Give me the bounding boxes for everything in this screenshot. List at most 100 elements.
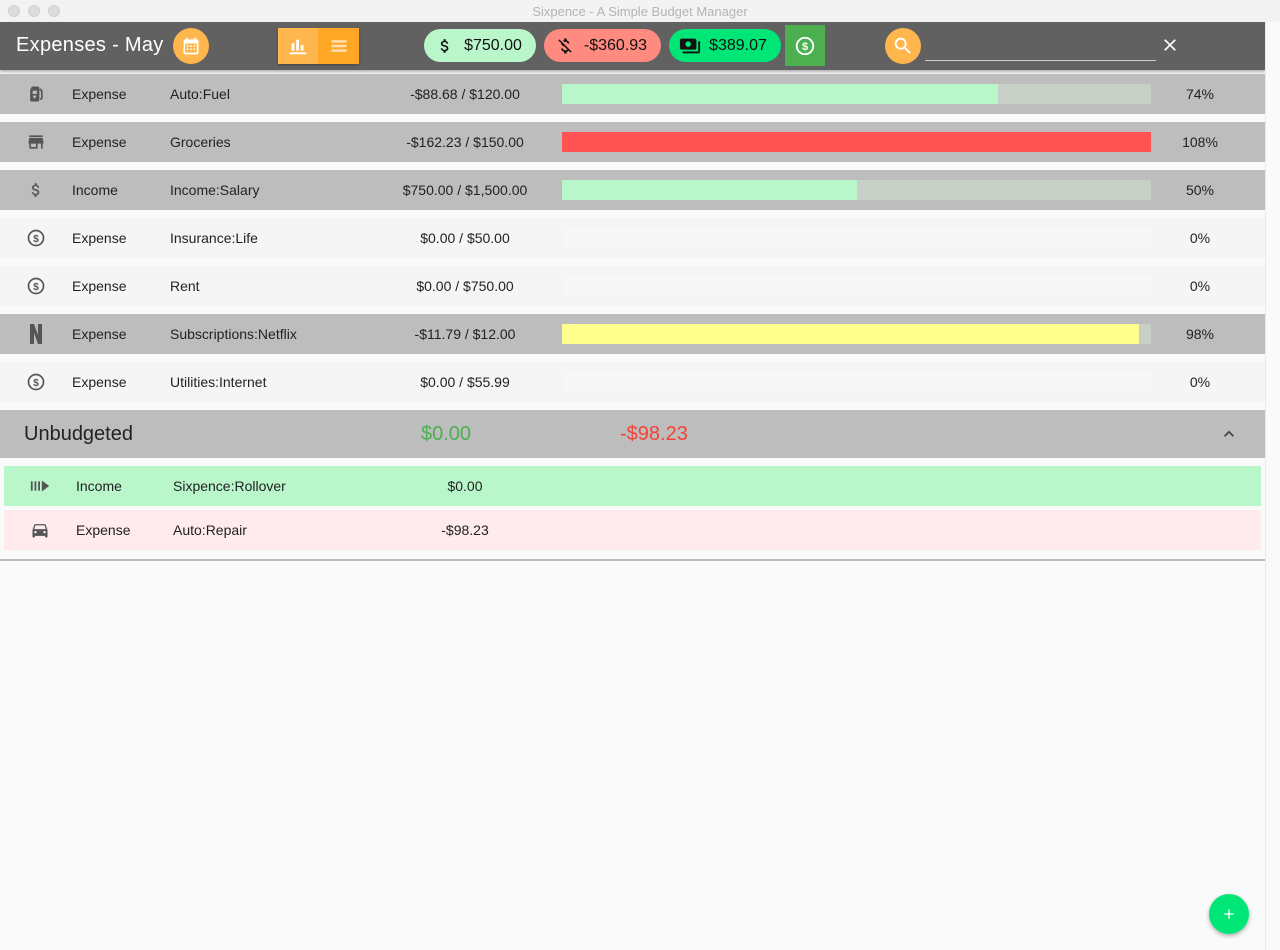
search-icon xyxy=(894,37,911,54)
budget-row[interactable]: Expense Groceries -$162.23 / $150.00 108… xyxy=(0,122,1265,162)
unbudgeted-category: Auto:Repair xyxy=(173,522,247,538)
dollar-icon xyxy=(440,38,449,53)
add-transaction-button[interactable] xyxy=(1209,894,1249,934)
svg-text:$: $ xyxy=(802,41,808,53)
budget-percent: 98% xyxy=(1185,326,1215,342)
unbudgeted-row[interactable]: Expense Auto:Repair -$98.23 xyxy=(4,510,1261,550)
budget-type: Expense xyxy=(72,230,127,246)
budget-percent: 0% xyxy=(1189,374,1211,390)
coin-icon: $ xyxy=(27,277,45,295)
chart-view-button[interactable] xyxy=(278,28,318,64)
unbudgeted-expense-total: -$98.23 xyxy=(620,423,688,445)
budget-category: Groceries xyxy=(170,134,231,150)
window-titlebar: Sixpence - A Simple Budget Manager xyxy=(0,0,1280,23)
unbudgeted-type: Expense xyxy=(76,522,131,538)
budget-percent: 74% xyxy=(1185,86,1215,102)
window-title: Sixpence - A Simple Budget Manager xyxy=(532,4,748,19)
budget-row[interactable]: $ Expense Utilities:Internet $0.00 / $55… xyxy=(0,362,1265,402)
budget-type: Expense xyxy=(72,86,127,102)
budget-amount: $0.00 / $750.00 xyxy=(416,278,514,294)
budget-type: Expense xyxy=(72,326,127,342)
app-toolbar: Expenses - May $750.00 -$360.93 $389.07 … xyxy=(0,22,1265,70)
clear-search-button[interactable] xyxy=(1158,33,1182,57)
budget-amount: -$11.79 / $12.00 xyxy=(414,326,516,342)
budget-amount: -$162.23 / $150.00 xyxy=(406,134,524,150)
money-off-icon xyxy=(558,38,572,53)
calendar-button[interactable] xyxy=(173,28,209,64)
budget-list: Expense Auto:Fuel -$88.68 / $120.00 74% … xyxy=(0,74,1265,410)
net-total-value: $389.07 xyxy=(709,36,767,54)
budget-progress-bar xyxy=(562,276,1151,296)
budget-progress-bar xyxy=(562,324,1151,344)
budget-category: Auto:Fuel xyxy=(170,86,230,102)
car-icon xyxy=(32,524,48,538)
expense-total-value: -$360.93 xyxy=(583,36,648,54)
unbudgeted-amount: $0.00 xyxy=(447,478,483,494)
budget-percent: 0% xyxy=(1189,230,1211,246)
budget-type: Income xyxy=(72,182,118,198)
budget-percent: 0% xyxy=(1189,278,1211,294)
netflix-icon xyxy=(30,324,42,344)
unbudgeted-category: Sixpence:Rollover xyxy=(173,478,286,494)
budget-amount: $0.00 / $55.99 xyxy=(420,374,510,390)
coin-icon: $ xyxy=(27,229,45,247)
unbudgeted-amount: -$98.23 xyxy=(441,522,489,538)
budget-category: Subscriptions:Netflix xyxy=(170,326,297,342)
plus-icon xyxy=(1224,909,1234,919)
bar-chart-icon xyxy=(289,39,307,55)
budget-type: Expense xyxy=(72,374,127,390)
budget-type: Expense xyxy=(72,134,127,150)
unbudgeted-list: Income Sixpence:Rollover $0.00 Expense A… xyxy=(0,458,1265,561)
close-icon xyxy=(1164,39,1176,51)
store-icon xyxy=(28,135,44,149)
budget-percent: 50% xyxy=(1185,182,1215,198)
budget-category: Income:Salary xyxy=(170,182,260,198)
budget-type: Expense xyxy=(72,278,127,294)
budget-row[interactable]: Expense Subscriptions:Netflix -$11.79 / … xyxy=(0,314,1265,354)
budget-amount: $0.00 / $50.00 xyxy=(420,230,510,246)
cash-icon xyxy=(679,38,701,53)
svg-text:$: $ xyxy=(33,234,39,245)
collapse-button[interactable] xyxy=(1217,422,1241,446)
budget-progress-bar xyxy=(562,228,1151,248)
search-button[interactable] xyxy=(885,28,921,64)
budget-row[interactable]: $ Expense Insurance:Life $0.00 / $50.00 … xyxy=(0,218,1265,258)
rollover-button[interactable]: $ xyxy=(785,25,825,66)
unbudgeted-row[interactable]: Income Sixpence:Rollover $0.00 xyxy=(4,466,1261,506)
calendar-icon xyxy=(183,37,199,55)
budget-progress-bar xyxy=(562,180,1151,200)
gas-pump-icon xyxy=(30,86,43,102)
budget-row[interactable]: Income Income:Salary $750.00 / $1,500.00… xyxy=(0,170,1265,210)
budget-category: Utilities:Internet xyxy=(170,374,267,390)
budget-category: Insurance:Life xyxy=(170,230,258,246)
net-total-pill: $389.07 xyxy=(669,29,781,62)
budget-progress-bar xyxy=(562,84,1151,104)
budget-progress-bar xyxy=(562,372,1151,392)
budget-amount: $750.00 / $1,500.00 xyxy=(402,182,528,198)
budget-progress-fill xyxy=(562,132,1151,152)
dollar-icon xyxy=(31,183,40,197)
income-total-value: $750.00 xyxy=(464,36,522,54)
unbudgeted-header[interactable]: Unbudgeted $0.00 -$98.23 xyxy=(0,410,1265,458)
budget-row[interactable]: $ Expense Rent $0.00 / $750.00 0% xyxy=(0,266,1265,306)
coin-icon: $ xyxy=(27,373,45,391)
page-title: Expenses - May xyxy=(16,34,164,56)
budget-amount: -$88.68 / $120.00 xyxy=(410,86,520,102)
unbudgeted-type: Income xyxy=(76,478,122,494)
coin-icon: $ xyxy=(795,36,815,55)
unbudgeted-title: Unbudgeted xyxy=(24,423,133,445)
search-input[interactable] xyxy=(925,32,1156,61)
svg-text:$: $ xyxy=(33,378,39,389)
scrollbar[interactable] xyxy=(1265,22,1280,950)
budget-row[interactable]: Expense Auto:Fuel -$88.68 / $120.00 74% xyxy=(0,74,1265,114)
budget-progress-bar xyxy=(562,132,1151,152)
rollover-icon xyxy=(30,480,50,492)
chevron-up-icon xyxy=(1224,430,1234,437)
expense-total-pill: -$360.93 xyxy=(544,29,661,62)
budget-category: Rent xyxy=(170,278,200,294)
budget-progress-fill xyxy=(562,180,857,200)
income-total-pill: $750.00 xyxy=(424,29,536,62)
list-view-button[interactable] xyxy=(318,28,359,64)
budget-progress-fill xyxy=(562,324,1140,344)
svg-text:$: $ xyxy=(33,282,39,293)
